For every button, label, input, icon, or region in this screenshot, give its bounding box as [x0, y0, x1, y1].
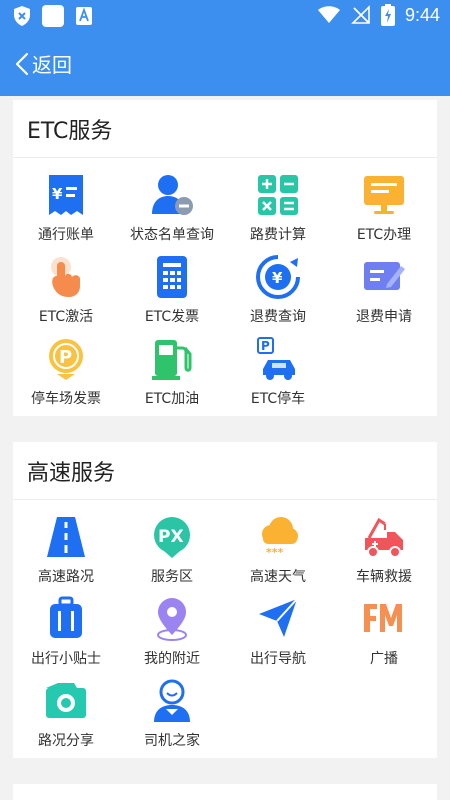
- grid-item-label: 出行导航: [250, 651, 306, 667]
- parking-car-icon: P: [257, 337, 295, 380]
- calculator-icon: [258, 175, 298, 215]
- user-minus-icon: [152, 175, 193, 215]
- etc-services-card: ETC服务 ¥ 通行账单 状态名单查询 路费计算 ETC办理 ETC激活 ETC…: [13, 100, 437, 416]
- grid-item-status-list[interactable]: 状态名单查询: [119, 166, 225, 248]
- grid-item-label: 通行账单: [38, 227, 94, 243]
- grid-item-label: ETC停车: [250, 391, 306, 407]
- grid-item-service-area[interactable]: PX 服务区: [119, 508, 225, 590]
- grid-item-label: ETC加油: [144, 391, 200, 407]
- px-badge-icon: PX: [154, 517, 190, 558]
- monitor-icon: [364, 176, 404, 214]
- svg-text:***: ***: [266, 546, 284, 559]
- chevron-left-icon: [15, 52, 29, 75]
- location-pin-icon: [157, 598, 187, 641]
- battery-charging-icon: [380, 4, 395, 26]
- tow-truck-icon: [365, 517, 403, 558]
- grid-item-label: 路费计算: [250, 227, 306, 243]
- clock: 9:44: [404, 4, 440, 25]
- luggage-icon: [50, 596, 82, 638]
- wifi-icon: [317, 6, 340, 23]
- fm-radio-icon: [364, 604, 402, 632]
- no-signal-icon: [351, 5, 370, 24]
- grid-item-etc-invoice[interactable]: ETC发票: [119, 248, 225, 330]
- status-bar: 9:44: [0, 0, 450, 32]
- weather-cloud-icon: ***: [262, 517, 298, 559]
- section-title: ETC服务: [13, 100, 437, 158]
- grid-item-label: ETC激活: [38, 309, 94, 325]
- grid-item-label: 司机之家: [144, 733, 200, 749]
- grid-item-label: 停车场发票: [31, 391, 101, 407]
- svg-text:P: P: [261, 339, 270, 353]
- back-label: 返回: [32, 53, 72, 77]
- grid-item-highway-weather[interactable]: *** 高速天气: [225, 508, 331, 590]
- grid-item-label: 服务区: [151, 569, 193, 585]
- grid-item-etc-activate[interactable]: ETC激活: [13, 248, 119, 330]
- grid-item-label: 退费申请: [356, 309, 412, 325]
- grid-item-travel-tips[interactable]: 出行小贴士: [13, 590, 119, 672]
- app-header: 返回: [0, 32, 450, 96]
- grid-item-label: ETC发票: [144, 309, 200, 325]
- highway-services-card: 高速服务 高速路况 PX 服务区 *** 高速天气 车辆救援 出行小贴士 我的附…: [13, 442, 437, 758]
- grid-item-label: 路况分享: [38, 733, 94, 749]
- next-section-card: [13, 784, 437, 800]
- grid-item-label: 状态名单查询: [130, 227, 214, 243]
- grid-item-toll-calc[interactable]: 路费计算: [225, 166, 331, 248]
- bill-icon: ¥: [49, 175, 83, 215]
- phone-invoice-icon: [157, 256, 187, 298]
- grid-item-parking-invoice[interactable]: P 停车场发票: [13, 330, 119, 412]
- grid-item-radio[interactable]: 广播: [331, 590, 437, 672]
- parking-coin-icon: P: [49, 339, 83, 380]
- grid-item-label: 广播: [370, 651, 398, 667]
- grid-item-label: 高速路况: [38, 569, 94, 585]
- service-grid: ¥ 通行账单 状态名单查询 路费计算 ETC办理 ETC激活 ETC发票 ¥ 退…: [13, 158, 437, 412]
- grid-item-etc-parking[interactable]: P ETC停车: [225, 330, 331, 412]
- fuel-pump-icon: [152, 340, 192, 380]
- grid-item-refund-apply[interactable]: 退费申请: [331, 248, 437, 330]
- grid-item-etc-apply[interactable]: ETC办理: [331, 166, 437, 248]
- svg-text:¥: ¥: [272, 269, 283, 287]
- section-title: 高速服务: [13, 442, 437, 500]
- grid-item-vehicle-rescue[interactable]: 车辆救援: [331, 508, 437, 590]
- svg-text:¥: ¥: [52, 185, 63, 203]
- grid-item-refund-query[interactable]: ¥ 退费查询: [225, 248, 331, 330]
- grid-item-nearby[interactable]: 我的附近: [119, 590, 225, 672]
- grid-item-etc-fuel[interactable]: ETC加油: [119, 330, 225, 412]
- service-grid: 高速路况 PX 服务区 *** 高速天气 车辆救援 出行小贴士 我的附近 出行导…: [13, 500, 437, 754]
- svg-text:P: P: [59, 347, 72, 368]
- form-edit-icon: [364, 262, 405, 290]
- grid-item-label: 我的附近: [144, 651, 200, 667]
- grid-item-navigation[interactable]: 出行导航: [225, 590, 331, 672]
- grid-item-driver-home[interactable]: 司机之家: [119, 672, 225, 754]
- highway-road-icon: [47, 517, 85, 557]
- grid-item-label: 退费查询: [250, 309, 306, 325]
- grid-item-traffic-share[interactable]: 路况分享: [13, 672, 119, 754]
- driver-icon: [154, 679, 190, 722]
- tap-hand-icon: [51, 257, 80, 297]
- grid-item-label: 出行小贴士: [31, 651, 101, 667]
- shield-x-icon: [14, 6, 30, 26]
- svg-text:PX: PX: [158, 527, 184, 547]
- grid-item-highway-traffic[interactable]: 高速路况: [13, 508, 119, 590]
- grid-item-label: 车辆救援: [356, 569, 412, 585]
- grid-item-bill[interactable]: ¥ 通行账单: [13, 166, 119, 248]
- back-button[interactable]: 返回: [14, 49, 72, 78]
- grid-item-label: ETC办理: [356, 227, 412, 243]
- font-a-icon: [76, 7, 92, 25]
- camera-icon: [46, 683, 86, 718]
- grid-item-label: 高速天气: [250, 569, 306, 585]
- white-square-icon: [42, 5, 64, 27]
- yen-refresh-icon: ¥: [256, 255, 300, 299]
- navigation-arrow-icon: [259, 598, 298, 637]
